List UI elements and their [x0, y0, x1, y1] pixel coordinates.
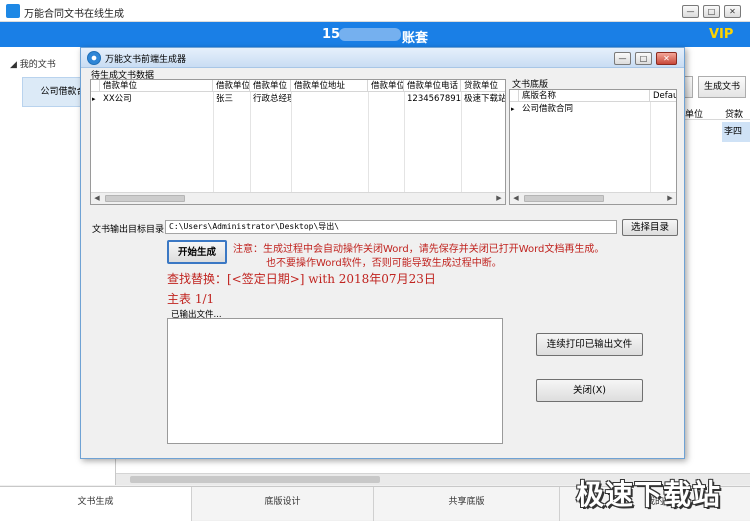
- main-maximize-button[interactable]: □: [703, 5, 720, 18]
- scroll-left-icon[interactable]: ◀: [91, 193, 103, 204]
- notice-text-line2: 也不要操作Word软件，否则可能导致生成过程中断。: [266, 258, 502, 269]
- data-grid-header: 借款单位 借款单位 借款单位 借款单位地址 借款单位 借款单位电话 贷款单位: [91, 80, 505, 92]
- data-cell[interactable]: 极速下载站: [461, 93, 505, 105]
- replace-status-text: 查找替换：[<签定日期>] with 2018年07月23日: [167, 272, 436, 286]
- main-scrollbar-thumb[interactable]: [130, 476, 380, 483]
- scroll-left-icon[interactable]: ◀: [510, 193, 522, 204]
- data-col-header[interactable]: 借款单位: [213, 80, 250, 92]
- main-table-col-unit: 单位: [685, 110, 704, 120]
- template-col-header[interactable]: 底版名称: [519, 90, 650, 102]
- start-generate-button[interactable]: 开始生成: [167, 240, 227, 264]
- main-table-col-loan: 贷款: [725, 110, 744, 120]
- scroll-right-icon[interactable]: ▶: [493, 193, 505, 204]
- close-dialog-button[interactable]: 关闭(X): [536, 379, 643, 402]
- tab-shared-templates[interactable]: 共享底版: [374, 487, 560, 521]
- blurred-account-number: [339, 28, 401, 41]
- grid-divider: [213, 92, 214, 192]
- data-col-header[interactable]: 借款单位: [250, 80, 291, 92]
- pending-data-grid[interactable]: 借款单位 借款单位 借款单位 借款单位地址 借款单位 借款单位电话 贷款单位 ▸…: [90, 79, 506, 205]
- data-col-header[interactable]: 借款单位电话: [404, 80, 461, 92]
- sidebar-header-label: 我的文书: [19, 60, 56, 70]
- data-grid-hscrollbar[interactable]: ◀ ▶: [91, 192, 505, 204]
- template-grid-hscrollbar[interactable]: ◀ ▶: [510, 192, 676, 204]
- account-suffix: 账套: [402, 31, 429, 46]
- data-col-header[interactable]: 借款单位: [100, 80, 213, 92]
- site-watermark: 极速下载站: [576, 478, 722, 511]
- scrollbar-thumb[interactable]: [105, 195, 185, 202]
- main-minimize-button[interactable]: —: [682, 5, 699, 18]
- generate-document-button[interactable]: 生成文书: [698, 76, 746, 98]
- data-col-header[interactable]: 贷款单位: [461, 80, 505, 92]
- print-output-button[interactable]: 连续打印已输出文件: [536, 333, 643, 356]
- grid-divider: [461, 92, 462, 192]
- data-cell[interactable]: 行政总经理: [250, 93, 291, 105]
- scroll-right-icon[interactable]: ▶: [664, 193, 676, 204]
- data-cell[interactable]: 12345678910: [404, 93, 461, 105]
- tab-document-generate[interactable]: 文书生成: [0, 487, 192, 521]
- account-prefix: 15: [322, 27, 341, 42]
- data-cell[interactable]: XX公司: [100, 93, 213, 105]
- main-window-title: 万能合同文书在线生成: [24, 9, 124, 20]
- dialog-close-button[interactable]: ✕: [656, 52, 677, 65]
- template-grid-header: 底版名称 Defaul: [510, 90, 676, 102]
- sidebar-header[interactable]: ◢ 我的文书: [10, 57, 56, 70]
- row-header-spacer: [91, 80, 100, 92]
- table-row[interactable]: ▸ XX公司 张三 行政总经理 12345678910 极速下载站: [91, 93, 505, 105]
- main-table-selected-row[interactable]: 李四: [722, 122, 750, 142]
- tab-template-design[interactable]: 底版设计: [192, 487, 374, 521]
- scrollbar-thumb[interactable]: [524, 195, 604, 202]
- main-table-header: 单位 贷款: [685, 104, 750, 120]
- output-dir-input[interactable]: C:\Users\Administrator\Desktop\导出\: [165, 220, 617, 234]
- gear-icon: [87, 51, 101, 65]
- main-titlebar: 万能合同文书在线生成 — □ ✕: [0, 0, 750, 22]
- account-bar: 15 账套 VIP: [0, 22, 750, 47]
- row-marker-icon: ▸: [92, 95, 96, 103]
- notice-text-line1: 注意：生成过程中会自动操作关闭Word，请先保存并关闭已打开Word文档再生成。: [233, 244, 605, 255]
- grid-divider: [368, 92, 369, 192]
- data-col-header[interactable]: 借款单位: [368, 80, 404, 92]
- output-files-list[interactable]: [167, 318, 503, 444]
- dialog-minimize-button[interactable]: —: [614, 52, 631, 65]
- table-progress-text: 主表 1/1: [167, 292, 215, 306]
- vip-badge[interactable]: VIP: [709, 27, 733, 42]
- generator-dialog: 万能文书前端生成器 — □ ✕ 待生成文书数据 借款单位 借款单位 借款单位 借…: [80, 47, 685, 459]
- data-cell[interactable]: [368, 93, 404, 105]
- app-icon: [6, 4, 20, 18]
- grid-divider: [291, 92, 292, 192]
- template-grid[interactable]: 底版名称 Defaul ▸ 公司借款合同 ◀ ▶: [509, 89, 677, 205]
- dialog-titlebar: 万能文书前端生成器 — □ ✕: [81, 48, 684, 68]
- template-name-cell[interactable]: 公司借款合同: [519, 103, 650, 115]
- collapse-triangle-icon: ◢: [10, 60, 17, 70]
- dialog-maximize-button[interactable]: □: [635, 52, 652, 65]
- grid-divider: [404, 92, 405, 192]
- template-col-header[interactable]: Defaul: [650, 90, 676, 102]
- data-col-header[interactable]: 借款单位地址: [291, 80, 368, 92]
- select-directory-button[interactable]: 选择目录: [622, 219, 678, 236]
- data-cell[interactable]: 张三: [213, 93, 250, 105]
- grid-divider: [650, 102, 651, 192]
- row-marker-icon: ▸: [511, 105, 515, 113]
- dialog-title: 万能文书前端生成器: [105, 55, 187, 65]
- list-item[interactable]: ▸ 公司借款合同: [510, 103, 676, 115]
- template-default-cell[interactable]: [650, 103, 676, 115]
- main-close-button[interactable]: ✕: [724, 5, 741, 18]
- output-dir-label: 文书输出目标目录: [92, 225, 165, 235]
- row-header-spacer: [510, 90, 519, 102]
- grid-divider: [250, 92, 251, 192]
- data-cell[interactable]: [291, 93, 368, 105]
